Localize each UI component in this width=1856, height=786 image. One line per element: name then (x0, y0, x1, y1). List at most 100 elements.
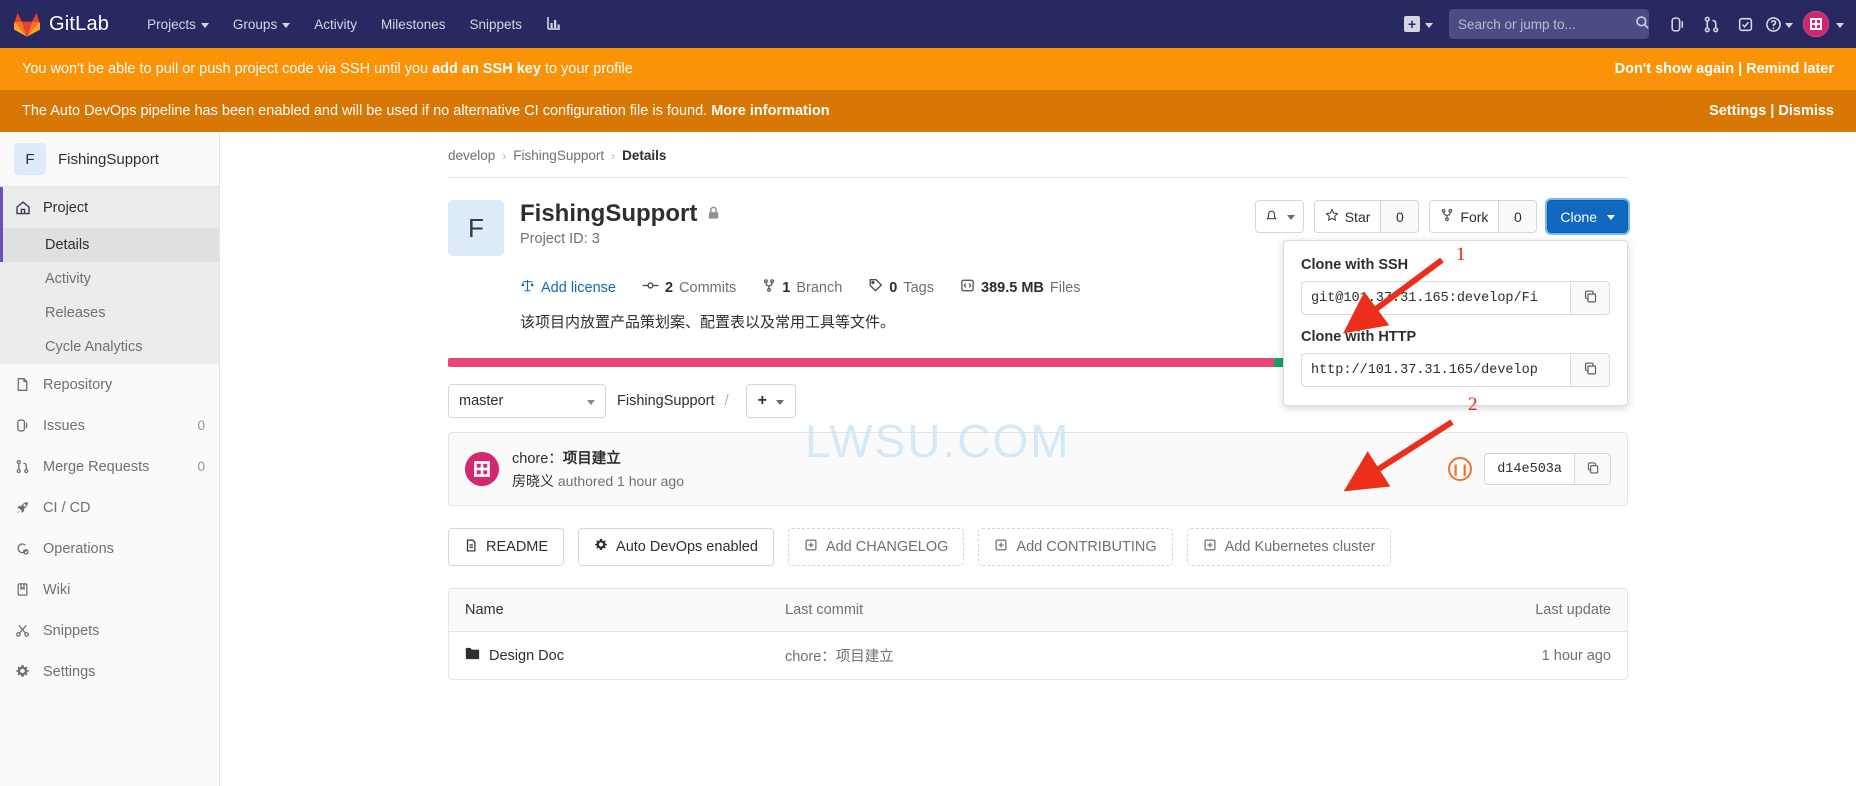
chart-icon (546, 15, 562, 34)
language-segment[interactable] (448, 358, 1274, 367)
todo-icon[interactable] (1729, 8, 1761, 40)
readme-button[interactable]: README (448, 528, 565, 566)
column-header-name: Name (465, 602, 504, 618)
sidebar-item-details[interactable]: Details (0, 228, 219, 262)
sidebar-item-issues[interactable]: Issues 0 (0, 405, 219, 446)
add-contributing-button[interactable]: Add CONTRIBUTING (978, 528, 1173, 566)
notification-button[interactable] (1254, 200, 1304, 233)
nav-item-groups[interactable]: Groups (221, 3, 302, 46)
clone-http-input[interactable] (1301, 353, 1570, 387)
sidebar-item-releases[interactable]: Releases (0, 296, 219, 330)
file-tree-table: Name Last commit Last update Design Doc … (448, 588, 1628, 680)
branch-selector[interactable]: master (448, 384, 606, 418)
lock-icon (706, 200, 721, 228)
new-item-button[interactable]: + (1396, 16, 1441, 32)
help-icon[interactable] (1763, 8, 1795, 40)
sidebar-label: Snippets (43, 622, 100, 639)
clone-ssh-input[interactable] (1301, 281, 1570, 315)
breadcrumb-project[interactable]: FishingSupport (513, 148, 604, 163)
readme-icon (464, 538, 478, 557)
sidebar-item-snippets[interactable]: Snippets (0, 610, 219, 651)
alert-text-after: to your profile (540, 61, 633, 77)
user-avatar[interactable] (1803, 11, 1829, 37)
search-input[interactable] (1458, 16, 1635, 32)
sidebar-item-wiki[interactable]: Wiki (0, 569, 219, 610)
copy-ssh-url-button[interactable] (1570, 281, 1610, 315)
pipeline-status-icon[interactable]: ❙❙ (1448, 457, 1473, 481)
file-last-commit[interactable]: chore：项目建立 (785, 645, 1461, 666)
sidebar-project-header[interactable]: F FishingSupport (0, 132, 219, 187)
copy-icon (1586, 461, 1600, 478)
commit-sha-group: d14e503a (1484, 453, 1611, 485)
sidebar-item-ci-cd[interactable]: CI / CD (0, 487, 219, 528)
clone-http-label: Clone with HTTP (1301, 329, 1417, 345)
nav-right-group: + (1396, 8, 1844, 40)
stat-branches[interactable]: 1 Branch (762, 278, 842, 297)
files-size: 389.5 MB (981, 279, 1044, 296)
main-content: LWSU.COM develop › FishingSupport › Deta… (220, 132, 1856, 786)
star-count: 0 (1381, 200, 1420, 233)
add-kubernetes-cluster-button[interactable]: Add Kubernetes cluster (1186, 528, 1392, 566)
sidebar-item-cycle-analytics[interactable]: Cycle Analytics (0, 330, 219, 364)
copy-http-url-button[interactable] (1570, 353, 1610, 387)
nav-item-analytics[interactable] (534, 1, 574, 48)
copy-icon (1583, 289, 1598, 307)
top-navigation-bar: GitLab Projects Groups Activity Mileston… (0, 0, 1856, 48)
sidebar-item-project[interactable]: Project (0, 187, 219, 228)
add-changelog-button[interactable]: Add CHANGELOG (787, 528, 965, 566)
fork-button-group: Fork 0 (1429, 200, 1538, 233)
sidebar-item-merge-requests[interactable]: Merge Requests 0 (0, 446, 219, 487)
path-project[interactable]: FishingSupport (617, 393, 715, 409)
devops-alert-actions[interactable]: Settings | Dismiss (1709, 103, 1834, 119)
file-name[interactable]: Design Doc (489, 648, 564, 664)
chevron-down-icon (1785, 22, 1793, 28)
stat-add-license[interactable]: Add license (520, 278, 616, 297)
gitlab-brand[interactable]: GitLab (14, 12, 109, 37)
star-button[interactable]: Star (1313, 200, 1382, 233)
add-ssh-key-link[interactable]: add an SSH key (432, 61, 541, 77)
sidebar-item-repository[interactable]: Repository (0, 364, 219, 405)
copy-icon (1583, 361, 1598, 379)
search-box[interactable] (1449, 9, 1649, 39)
app-shell: F FishingSupport Project Details Activit… (0, 132, 1856, 786)
project-meta: FishingSupport Project ID: 3 (520, 200, 721, 247)
branch-name: master (459, 393, 504, 409)
bell-icon (1264, 208, 1279, 226)
alert-text-before: You won't be able to pull or push projec… (22, 61, 433, 77)
ssh-key-alert: You won't be able to pull or push projec… (0, 48, 1856, 90)
stat-files-size[interactable]: 389.5 MB Files (960, 278, 1081, 297)
nav-item-milestones[interactable]: Milestones (369, 3, 458, 46)
auto-devops-button[interactable]: Auto DevOps enabled (578, 528, 774, 566)
project-sidebar: F FishingSupport Project Details Activit… (0, 132, 220, 786)
add-to-tree-button[interactable]: + (745, 384, 796, 418)
nav-item-projects[interactable]: Projects (135, 3, 221, 46)
copy-sha-button[interactable] (1575, 453, 1611, 485)
breadcrumb-group[interactable]: develop (448, 148, 495, 163)
issues-icon[interactable] (1661, 8, 1693, 40)
stat-commits[interactable]: 2 Commits (642, 278, 736, 297)
more-information-link[interactable]: More information (711, 103, 829, 119)
plus-square-icon (804, 538, 818, 556)
chevron-down-icon[interactable] (1836, 22, 1844, 28)
merge-request-icon[interactable] (1695, 8, 1727, 40)
clone-button[interactable]: Clone (1545, 198, 1630, 235)
search-icon (1635, 15, 1650, 33)
sidebar-item-settings[interactable]: Settings (0, 651, 219, 692)
stat-tags[interactable]: 0 Tags (868, 278, 934, 297)
ssh-alert-actions[interactable]: Don't show again | Remind later (1615, 61, 1834, 77)
sidebar-item-operations[interactable]: Operations (0, 528, 219, 569)
quick-label: Add Kubernetes cluster (1224, 539, 1376, 555)
branch-count: 1 (782, 279, 791, 296)
commit-author[interactable]: 房晓义 (512, 473, 554, 489)
nav-item-activity[interactable]: Activity (302, 3, 369, 46)
sidebar-item-activity[interactable]: Activity (0, 262, 219, 296)
plus-square-icon (1203, 538, 1217, 556)
commit-message[interactable]: chore：项目建立 (512, 447, 684, 468)
stat-label: Branch (796, 279, 843, 296)
issues-icon (14, 417, 31, 434)
project-id: Project ID: 3 (520, 231, 600, 247)
fork-button[interactable]: Fork (1429, 200, 1500, 233)
table-row[interactable]: Design Doc chore：项目建立 1 hour ago (449, 632, 1627, 679)
chevron-down-icon (200, 22, 209, 28)
nav-item-snippets[interactable]: Snippets (458, 3, 535, 46)
